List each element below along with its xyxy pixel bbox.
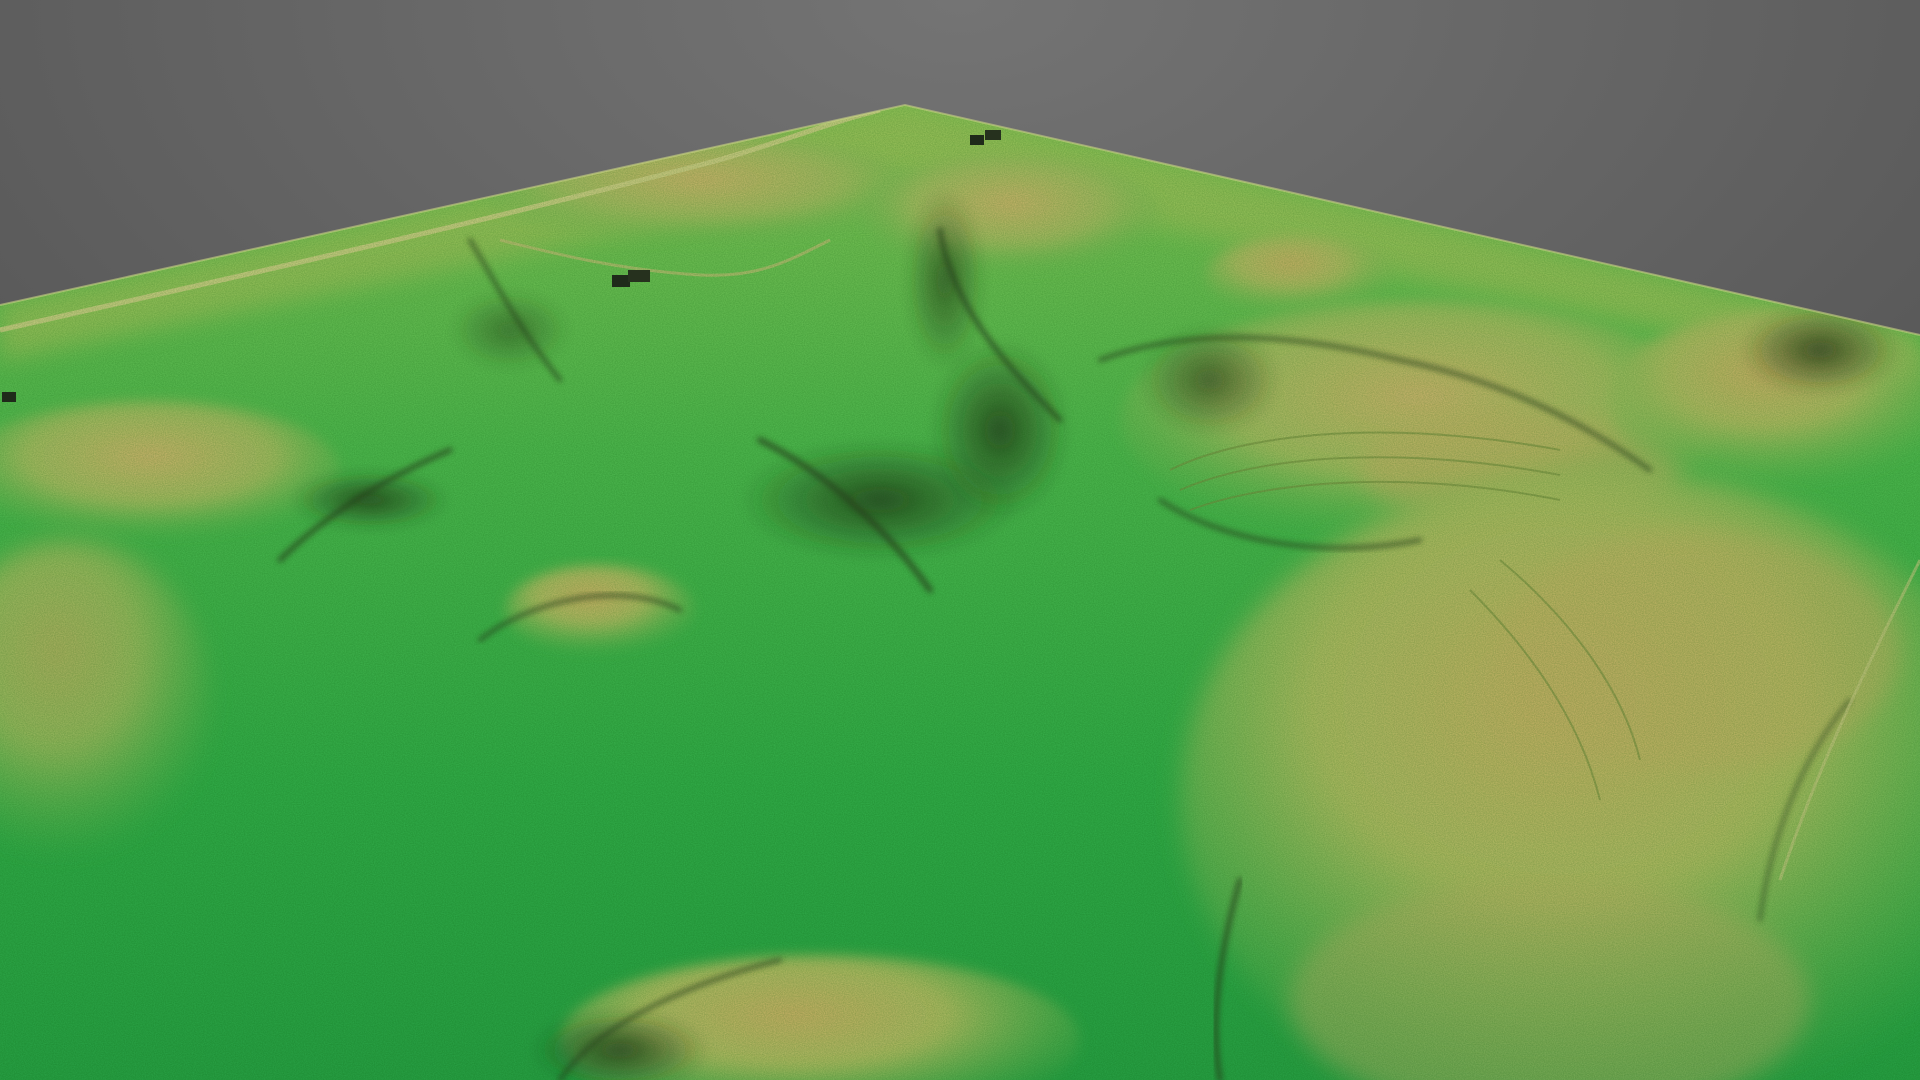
terrain-scene[interactable]	[0, 0, 1920, 1080]
terrain-viewport[interactable]	[0, 0, 1920, 1080]
